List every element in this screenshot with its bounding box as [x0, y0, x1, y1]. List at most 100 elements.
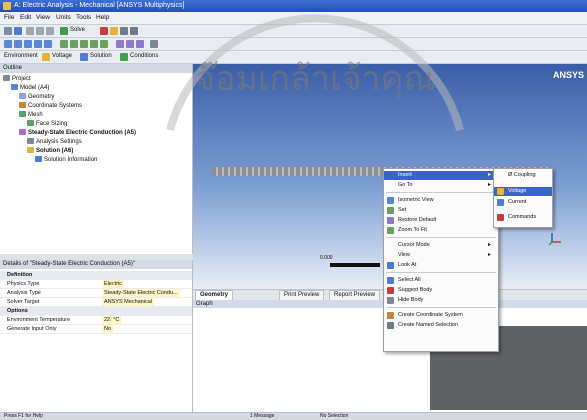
- menu-separator: [386, 272, 496, 273]
- details-header: Details of "Steady-State Electric Conduc…: [0, 260, 192, 269]
- solution-button[interactable]: Solution: [90, 53, 112, 59]
- insert-submenu: Ø Coupling Voltage Current Commands: [493, 168, 553, 228]
- worksheet-icon[interactable]: [100, 27, 108, 35]
- tree-item-coordinate-systems[interactable]: Coordinate Systems: [19, 102, 82, 110]
- zoom-icon[interactable]: [80, 40, 88, 48]
- tree-item-geometry[interactable]: Geometry: [19, 93, 54, 101]
- tree-item-mesh[interactable]: Mesh: [19, 111, 43, 119]
- axis-triad-icon[interactable]: [548, 232, 562, 246]
- zoom-fit-icon[interactable]: [100, 40, 108, 48]
- tab-print-preview[interactable]: Print Preview: [279, 290, 325, 300]
- menu-item-hide-body[interactable]: Hide Body: [384, 296, 498, 305]
- conditions-button[interactable]: Conditions: [130, 53, 158, 59]
- coordinate-icon: [19, 102, 26, 109]
- edge-icon[interactable]: [24, 40, 32, 48]
- menu-separator: [386, 307, 496, 308]
- box-zoom-icon[interactable]: [90, 40, 98, 48]
- isometric-icon[interactable]: [136, 40, 144, 48]
- tree-item-solution-information[interactable]: Solution Information: [35, 156, 97, 164]
- ansys-logo: ANSYS: [553, 70, 585, 80]
- submenu-item-voltage[interactable]: Voltage: [494, 187, 552, 196]
- next-view-icon[interactable]: [126, 40, 134, 48]
- solution-tree-icon: [27, 147, 34, 154]
- menu-item-insert[interactable]: Insert ▸: [384, 171, 498, 180]
- tab-report-preview[interactable]: Report Preview: [329, 290, 381, 300]
- face-icon[interactable]: [34, 40, 42, 48]
- context-menu: Insert ▸ Go To ▸ Isometric View Set Restor…: [383, 168, 499, 352]
- information-icon: [35, 156, 42, 163]
- menu-item-isometric-view[interactable]: Isometric View: [384, 196, 498, 205]
- settings-icon: [27, 138, 34, 145]
- menu-file[interactable]: File: [4, 14, 14, 21]
- submenu-item-commands[interactable]: Commands: [494, 213, 552, 222]
- details-row-analysis-type[interactable]: Analysis Type Steady-State Electric Condu…: [0, 289, 192, 298]
- image-icon[interactable]: [120, 27, 128, 35]
- details-row-generate-input-only[interactable]: Generate Input Only No: [0, 325, 192, 334]
- menu-units[interactable]: Units: [56, 14, 71, 21]
- tree-item-analysis[interactable]: Steady-State Electric Conduction (A5): [19, 129, 136, 137]
- tree-item-face-sizing[interactable]: Face Sizing: [27, 120, 67, 128]
- isometric-view-icon: [387, 197, 394, 204]
- graphics-options-icon[interactable]: [150, 40, 158, 48]
- menu-item-create-coordinate-system[interactable]: Create Coordinate System: [384, 311, 498, 320]
- restore-icon: [387, 217, 394, 224]
- save-icon[interactable]: [14, 27, 22, 35]
- details-row-physics-type[interactable]: Physics Type Electric: [0, 280, 192, 289]
- tree-item-project[interactable]: Project: [3, 75, 31, 83]
- copy-icon[interactable]: [36, 27, 44, 35]
- menu-item-look-at[interactable]: Look At: [384, 261, 498, 270]
- geometry-icon: [19, 93, 26, 100]
- tree-item-solution[interactable]: Solution (A6): [27, 147, 73, 155]
- details-panel: Details of "Steady-State Electric Conduc…: [0, 260, 193, 415]
- select-all-icon: [387, 277, 394, 284]
- menu-separator: [386, 192, 496, 193]
- mesh-icon: [19, 111, 26, 118]
- solve-icon[interactable]: [60, 27, 68, 35]
- tree-item-model[interactable]: Model (A4): [11, 84, 49, 92]
- commands-icon: [497, 214, 504, 221]
- details-row-definition[interactable]: Definition: [0, 271, 192, 280]
- solution-icon[interactable]: [80, 53, 88, 61]
- menu-item-suggest-body[interactable]: Suggest Body: [384, 286, 498, 295]
- submenu-item-coupling[interactable]: Ø Coupling: [494, 171, 552, 180]
- menu-view[interactable]: View: [36, 14, 50, 21]
- menu-item-select-all[interactable]: Select All: [384, 276, 498, 285]
- details-row-options[interactable]: Options: [0, 307, 192, 316]
- conditions-icon[interactable]: [120, 53, 128, 61]
- submenu-item-current[interactable]: Current: [494, 198, 552, 207]
- figure-icon[interactable]: [130, 27, 138, 35]
- project-icon: [3, 75, 10, 82]
- menu-separator: [386, 237, 496, 238]
- details-row-solver-target[interactable]: Solver Target ANSYS Mechanical: [0, 298, 192, 307]
- menu-item-go-to[interactable]: Go To ▸: [384, 181, 498, 190]
- select-icon[interactable]: [4, 40, 12, 48]
- scale-label: 0.000: [320, 255, 333, 261]
- new-icon[interactable]: [4, 27, 12, 35]
- menu-edit[interactable]: Edit: [20, 14, 31, 21]
- outline-header: Outline: [0, 64, 192, 73]
- previous-view-icon[interactable]: [116, 40, 124, 48]
- solve-button[interactable]: Solve: [70, 27, 85, 33]
- rotate-icon[interactable]: [60, 40, 68, 48]
- menu-item-set[interactable]: Set: [384, 206, 498, 215]
- menu-item-restore-default[interactable]: Restore Default: [384, 216, 498, 225]
- suggest-body-icon: [387, 287, 394, 294]
- menu-item-view[interactable]: View ▸: [384, 251, 498, 260]
- body-icon[interactable]: [44, 40, 52, 48]
- voltage-button[interactable]: Voltage: [52, 53, 72, 59]
- menu-item-zoom-to-fit[interactable]: Zoom To Fit: [384, 226, 498, 235]
- voltage-icon[interactable]: [42, 53, 50, 61]
- menu-item-create-named-selection[interactable]: Create Named Selection: [384, 321, 498, 330]
- details-row-environment-temperature[interactable]: Environment Temperature 22. °C: [0, 316, 192, 325]
- menu-tools[interactable]: Tools: [76, 14, 91, 21]
- menu-help[interactable]: Help: [96, 14, 109, 21]
- model-icon: [11, 84, 18, 91]
- tab-geometry[interactable]: Geometry: [195, 290, 234, 300]
- vertex-icon[interactable]: [14, 40, 22, 48]
- report-icon[interactable]: [110, 27, 118, 35]
- menu-item-cursor-mode[interactable]: Cursor Mode ▸: [384, 241, 498, 250]
- tree-item-analysis-settings[interactable]: Analysis Settings: [27, 138, 82, 146]
- paste-icon[interactable]: [46, 27, 54, 35]
- pan-icon[interactable]: [70, 40, 78, 48]
- cut-icon[interactable]: [26, 27, 34, 35]
